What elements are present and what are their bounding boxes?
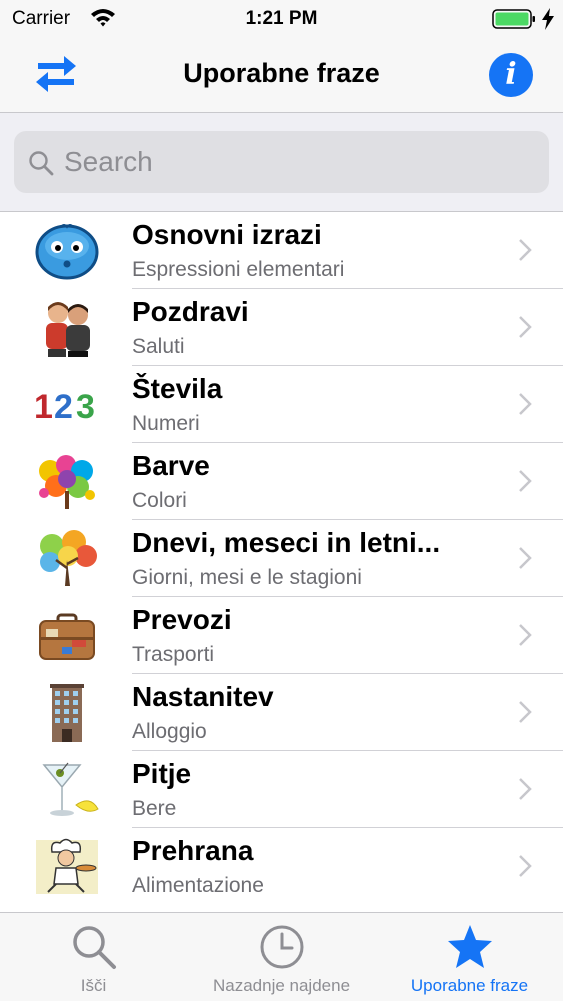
chevron-right-icon (519, 316, 532, 338)
page-title: Uporabne fraze (183, 58, 380, 88)
numbers-icon: 1 2 3 (34, 388, 95, 426)
search-bar (0, 113, 563, 212)
list-item-title: Dnevi, meseci in letni... (132, 527, 441, 558)
list-item-title: Prehrana (132, 835, 254, 866)
list-item-subtitle: Espressioni elementari (132, 258, 345, 281)
greeting-people-icon (46, 302, 90, 357)
list-item-subtitle: Saluti (132, 335, 185, 358)
list-item-subtitle: Trasporti (132, 643, 215, 666)
chevron-right-icon (519, 778, 532, 800)
chevron-right-icon (519, 470, 532, 492)
tab-label: Nazadnje najdene (212, 976, 351, 995)
list-item-pozdravi[interactable]: Pozdravi Saluti (0, 289, 563, 366)
search-icon (72, 926, 116, 969)
hotel-building-icon (50, 684, 84, 742)
smiley-face-icon (35, 224, 99, 280)
chevron-right-icon (519, 624, 532, 646)
tab-nazadnje-najdene[interactable]: Nazadnje najdene (188, 913, 375, 1001)
list-item-subtitle: Giorni, mesi e le stagioni (132, 566, 362, 589)
chevron-right-icon (519, 239, 532, 261)
list-item-title: Števila (132, 373, 223, 404)
cocktail-glass-icon (42, 762, 99, 816)
status-bar: Carrier 1:21 PM (0, 0, 563, 38)
clock-icon (260, 925, 303, 969)
navigation-bar: Uporabne fraze i (0, 38, 563, 113)
search-field[interactable] (14, 131, 549, 193)
suitcase-icon (39, 613, 95, 660)
list-item-dnevi-meseci[interactable]: Dnevi, meseci in letni... Giorni, mesi e… (0, 520, 563, 597)
list-item-title: Prevozi (132, 604, 232, 635)
chevron-right-icon (519, 547, 532, 569)
list-item-osnovni-izrazi[interactable]: Osnovni izrazi Espressioni elementari (0, 212, 563, 289)
star-icon (447, 925, 492, 968)
list-item-title: Pozdravi (132, 296, 249, 327)
list-item-prevozi[interactable]: Prevozi Trasporti (0, 597, 563, 674)
numbers-icon-digit: 3 (76, 388, 95, 426)
charging-bolt-icon (542, 8, 554, 30)
battery-icon (492, 9, 535, 29)
list-item-stevila[interactable]: 1 2 3 Števila Numeri (0, 366, 563, 443)
tab-label: Išči (80, 976, 107, 995)
tab-isci[interactable]: Išči (0, 913, 187, 1001)
list-item-prehrana[interactable]: Prehrana Alimentazione (0, 828, 563, 905)
tab-label: Uporabne fraze (410, 976, 529, 995)
chevron-right-icon (519, 393, 532, 415)
numbers-icon-digit: 2 (54, 388, 73, 426)
tab-bar: Išči Nazadnje najdene Uporabne fraze (0, 912, 563, 1001)
list-item-subtitle: Alimentazione (132, 874, 264, 897)
list-item-subtitle: Bere (132, 797, 177, 820)
chef-icon (36, 838, 98, 894)
search-input[interactable] (64, 143, 534, 181)
tab-uporabne-fraze[interactable]: Uporabne fraze (376, 913, 563, 1001)
list-item-title: Nastanitev (132, 681, 274, 712)
info-icon[interactable]: i (489, 53, 533, 97)
phrase-category-list: Osnovni izrazi Espressioni elementari Po… (0, 212, 563, 905)
list-item-title: Pitje (132, 758, 192, 789)
list-item-pitje[interactable]: Pitje Bere (0, 751, 563, 828)
list-item-nastanitev[interactable]: Nastanitev Alloggio (0, 674, 563, 751)
list-item-subtitle: Numeri (132, 412, 200, 435)
list-item-title: Osnovni izrazi (132, 219, 322, 250)
chevron-right-icon (519, 701, 532, 723)
chevron-right-icon (519, 855, 532, 877)
list-item-subtitle: Alloggio (132, 720, 207, 743)
seasons-tree-icon (40, 530, 97, 586)
clock-time: 1:21 PM (245, 8, 318, 29)
list-item-subtitle: Colori (132, 489, 187, 512)
color-splash-icon (39, 455, 95, 509)
list-item-title: Barve (132, 450, 210, 481)
numbers-icon-digit: 1 (34, 388, 53, 426)
list-item-barve[interactable]: Barve Colori (0, 443, 563, 520)
search-icon (29, 151, 54, 176)
